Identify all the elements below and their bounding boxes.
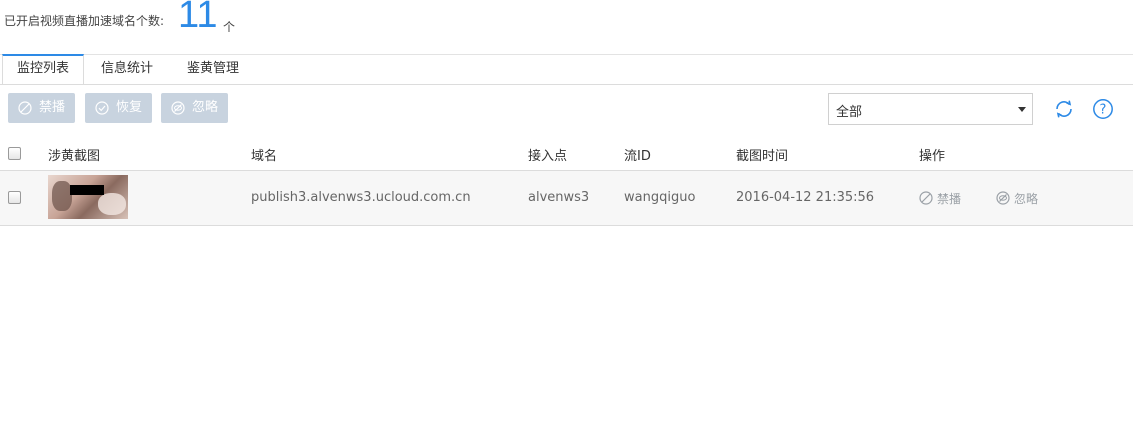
column-header-domain: 域名 xyxy=(251,149,278,164)
svg-text:?: ? xyxy=(1100,103,1107,118)
row-ban-label: 禁播 xyxy=(937,192,962,206)
ban-icon xyxy=(919,191,933,205)
table-row: publish3.alvenws3.ucloud.com.cn alvenws3… xyxy=(0,171,1133,226)
stat-unit: 个 xyxy=(223,20,236,34)
row-access-point: alvenws3 xyxy=(528,190,590,205)
select-all-checkbox[interactable] xyxy=(8,147,21,160)
ignore-button-label: 忽略 xyxy=(192,100,219,115)
filter-select-value: 全部 xyxy=(836,105,863,120)
ban-button-label: 禁播 xyxy=(39,100,66,115)
row-time: 2016-04-12 21:35:56 xyxy=(736,190,875,205)
stat-count: 11 xyxy=(178,0,218,36)
ignore-button[interactable]: 忽略 xyxy=(161,93,228,123)
caret-down-icon xyxy=(1018,107,1026,112)
row-stream-id: wangqiguo xyxy=(624,190,696,205)
redaction-bar xyxy=(70,185,104,195)
column-header-time: 截图时间 xyxy=(736,149,789,164)
tab-porn-detection[interactable]: 鉴黄管理 xyxy=(172,55,254,83)
restore-button[interactable]: 恢复 xyxy=(85,93,152,123)
ban-icon xyxy=(18,101,32,115)
ban-button[interactable]: 禁播 xyxy=(8,93,75,123)
column-header-stream-id: 流ID xyxy=(624,149,651,164)
row-domain: publish3.alvenws3.ucloud.com.cn xyxy=(251,190,471,205)
refresh-icon[interactable] xyxy=(1053,98,1075,120)
column-header-access-point: 接入点 xyxy=(528,149,568,164)
help-icon[interactable]: ? xyxy=(1092,98,1114,120)
row-checkbox[interactable] xyxy=(8,191,21,204)
row-ignore-label: 忽略 xyxy=(1014,192,1039,206)
row-ban-action[interactable]: 禁播 xyxy=(919,190,969,206)
column-header-actions: 操作 xyxy=(919,149,946,164)
tab-statistics[interactable]: 信息统计 xyxy=(88,55,166,83)
eye-slash-icon xyxy=(171,101,185,115)
table-header: 涉黄截图 域名 接入点 流ID 截图时间 操作 xyxy=(0,138,1133,171)
tab-monitor-list[interactable]: 监控列表 xyxy=(2,54,84,84)
check-circle-icon xyxy=(95,101,109,115)
column-header-screenshot: 涉黄截图 xyxy=(48,149,101,164)
header: 已开启视频直播加速域名个数: 11 个 xyxy=(0,0,1133,54)
filter-select[interactable]: 全部 xyxy=(828,93,1033,125)
tab-bar: 监控列表 信息统计 鉴黄管理 xyxy=(0,54,1133,85)
row-ignore-action[interactable]: 忽略 xyxy=(996,190,1046,206)
stat-label: 已开启视频直播加速域名个数: xyxy=(4,14,165,28)
restore-button-label: 恢复 xyxy=(116,100,143,115)
eye-slash-icon xyxy=(996,191,1010,205)
screenshot-thumbnail[interactable] xyxy=(48,175,128,219)
